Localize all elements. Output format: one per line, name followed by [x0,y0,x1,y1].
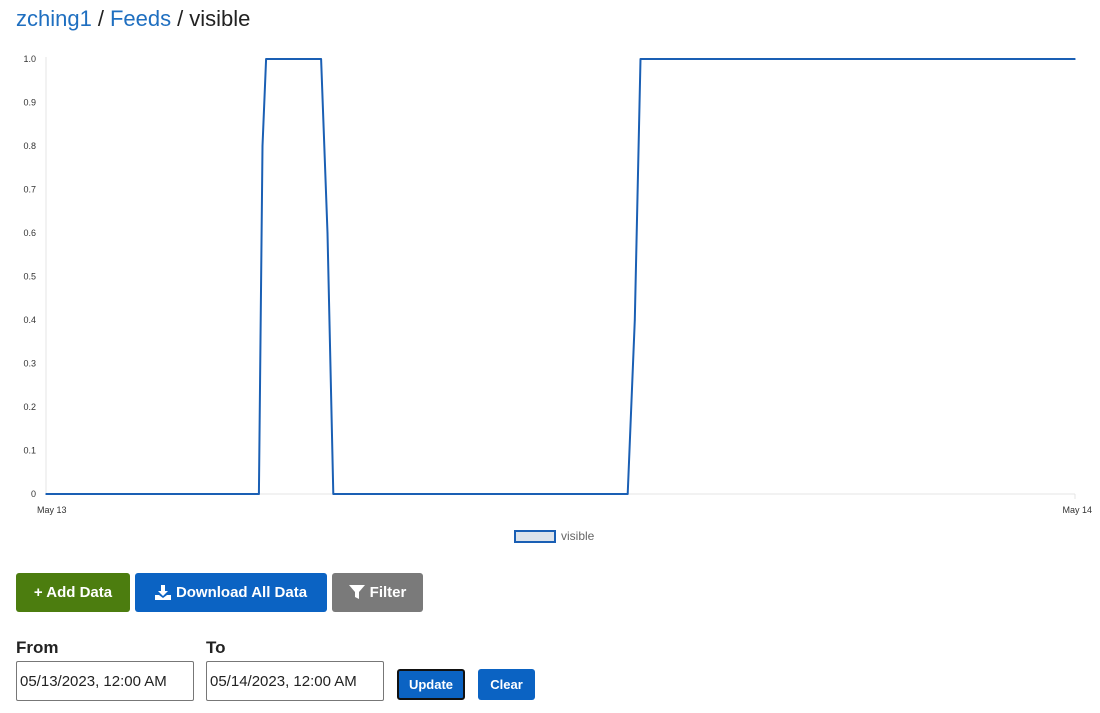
data-point [261,145,264,147]
breadcrumb-user-link[interactable]: zching1 [16,6,92,31]
to-date-input[interactable] [206,661,384,701]
feed-line-chart: 0 0.1 0.2 0.3 0.4 0.5 0.6 0.7 0.8 0.9 1.0 May 13 May… [23,54,1092,543]
download-icon [154,585,171,600]
y-tick-label: 0 [31,489,36,499]
breadcrumb: zching1/Feeds / visible [16,4,250,34]
to-label: To [206,638,226,657]
clear-label: Clear [490,677,523,692]
from-date-input[interactable] [16,661,194,701]
y-tick-label: 0.9 [23,98,36,108]
data-point [1074,58,1076,60]
breadcrumb-current: visible [189,6,251,31]
y-tick-label: 0.3 [23,359,36,369]
y-tick-label: 0.6 [23,228,36,238]
add-data-label: + Add Data [33,584,113,601]
data-point [626,493,629,495]
breadcrumb-feeds-link[interactable]: Feeds [110,6,171,31]
legend-swatch [514,530,556,543]
filter-button[interactable]: Filter [332,573,423,612]
data-point [634,319,636,321]
update-label: Update [408,677,454,692]
y-tick-label: 0.7 [23,185,36,195]
feed-page: zching1/Feeds / visible 0 0.1 0.2 0.3 0.4 0.5 0.… [0,0,1100,713]
data-point [258,493,260,495]
y-tick-label: 0.1 [23,446,36,456]
y-tick-label: 0.4 [23,315,36,325]
data-point [332,493,335,495]
data-point [326,232,329,234]
y-tick-label: 0.5 [23,272,36,282]
download-all-data-label: Download All Data [175,584,308,601]
y-tick-label: 0.8 [23,141,36,151]
legend-label: visible [561,529,595,543]
x-tick-label: May 14 [1062,505,1092,515]
data-point [320,58,322,60]
add-data-button[interactable]: + Add Data [16,573,130,612]
y-tick-label: 1.0 [23,54,36,64]
filter-label: Filter [369,584,407,601]
series-line-visible [46,58,1075,495]
filter-icon [348,585,365,600]
breadcrumb-separator: / [177,6,184,31]
data-point [265,58,267,60]
data-point [639,58,642,60]
from-label: From [16,638,59,657]
data-point [45,493,47,495]
update-button[interactable]: Update [397,669,465,700]
clear-button[interactable]: Clear [478,669,535,700]
download-all-data-button[interactable]: Download All Data [135,573,327,612]
y-tick-label: 0.2 [23,402,36,412]
x-tick-label: May 13 [37,505,67,515]
breadcrumb-separator: / [97,6,104,31]
